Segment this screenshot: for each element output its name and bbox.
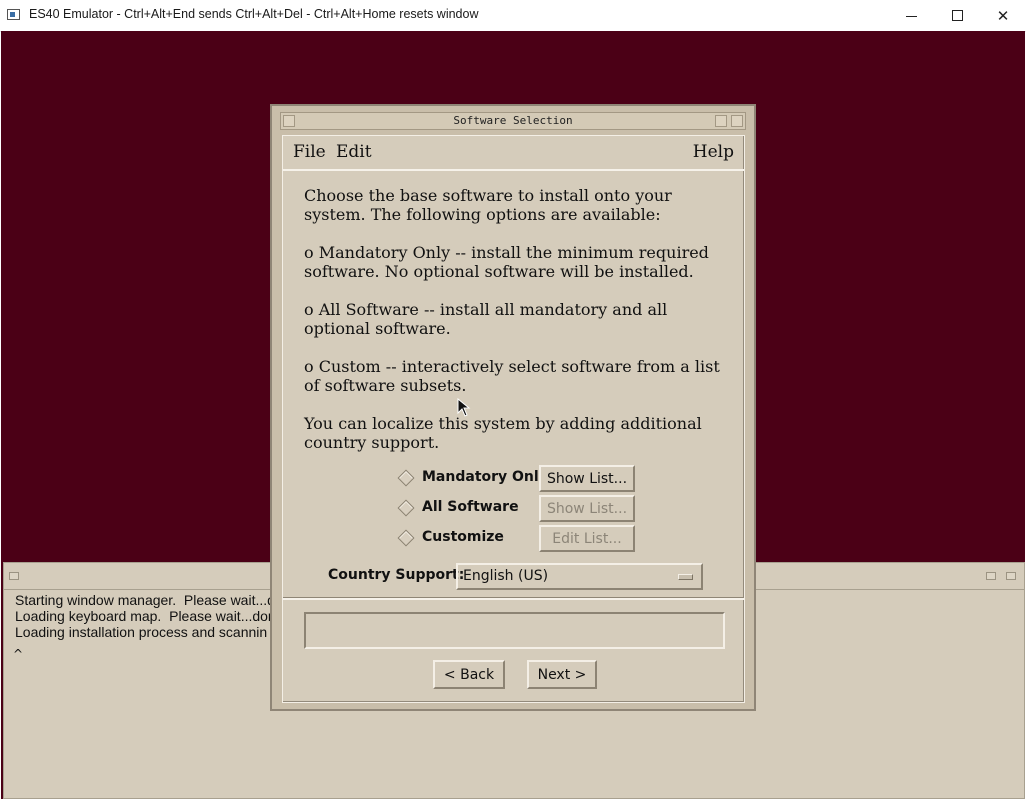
back-button[interactable]: < Back xyxy=(433,660,505,689)
menu-edit[interactable]: Edit xyxy=(336,142,372,162)
mouse-cursor-icon xyxy=(457,398,471,417)
menu-help[interactable]: Help xyxy=(693,142,734,162)
radio-mandatory-only[interactable] xyxy=(397,469,415,487)
console-caret: ^ xyxy=(13,647,24,661)
option-label: Customize xyxy=(422,529,504,545)
software-selection-dialog: Software Selection File Edit Help Choose… xyxy=(270,104,756,711)
option-menu-indicator-icon xyxy=(678,574,693,580)
mandatory-description: o Mandatory Only -- install the minimum … xyxy=(304,243,709,281)
console-output: Starting window manager. Please wait...d… xyxy=(15,592,275,640)
minimize-icon[interactable] xyxy=(888,0,934,31)
menu-file[interactable]: File xyxy=(293,142,326,162)
console-line: Loading installation process and scannin xyxy=(15,624,268,640)
next-button[interactable]: Next > xyxy=(527,660,597,689)
option-label: All Software xyxy=(422,499,519,515)
emulator-screen: Starting window manager. Please wait...d… xyxy=(1,31,1025,799)
maximize-icon[interactable] xyxy=(731,115,743,127)
dialog-title: Software Selection xyxy=(453,114,573,127)
separator xyxy=(283,597,744,600)
host-window-title: ES40 Emulator - Ctrl+Alt+End sends Ctrl+… xyxy=(29,7,479,21)
custom-description: o Custom -- interactively select softwar… xyxy=(304,357,720,395)
localize-text: You can localize this system by adding a… xyxy=(304,414,702,452)
maximize-icon[interactable] xyxy=(934,0,980,31)
country-support-label: Country Support: xyxy=(328,567,465,583)
console-line: Loading keyboard map. Please wait...dor xyxy=(15,608,273,624)
country-support-select[interactable]: English (US) xyxy=(456,563,703,590)
dialog-content: File Edit Help Choose the base software … xyxy=(282,135,745,703)
option-label: Mandatory Only xyxy=(422,469,548,485)
minimize-icon[interactable] xyxy=(715,115,727,127)
console-line: Starting window manager. Please wait...d xyxy=(15,592,275,608)
maximize-icon[interactable] xyxy=(1006,572,1016,580)
intro-text: Choose the base software to install onto… xyxy=(304,186,672,224)
country-support-value: English (US) xyxy=(463,568,549,584)
minimize-icon[interactable] xyxy=(986,572,996,580)
host-title-bar: ES40 Emulator - Ctrl+Alt+End sends Ctrl+… xyxy=(0,0,1026,32)
show-list-mandatory-button[interactable]: Show List... xyxy=(539,465,635,492)
status-message-box xyxy=(304,612,725,649)
all-software-description: o All Software -- install all mandatory … xyxy=(304,300,668,338)
close-icon[interactable]: ✕ xyxy=(980,0,1026,31)
window-menu-icon[interactable] xyxy=(9,572,19,580)
radio-all-software[interactable] xyxy=(397,499,415,517)
menu-bar: File Edit Help xyxy=(283,136,744,171)
edit-list-button[interactable]: Edit List... xyxy=(539,525,635,552)
dialog-title-bar[interactable]: Software Selection xyxy=(280,112,746,130)
app-icon xyxy=(7,9,20,20)
show-list-all-button[interactable]: Show List... xyxy=(539,495,635,522)
radio-customize[interactable] xyxy=(397,529,415,547)
